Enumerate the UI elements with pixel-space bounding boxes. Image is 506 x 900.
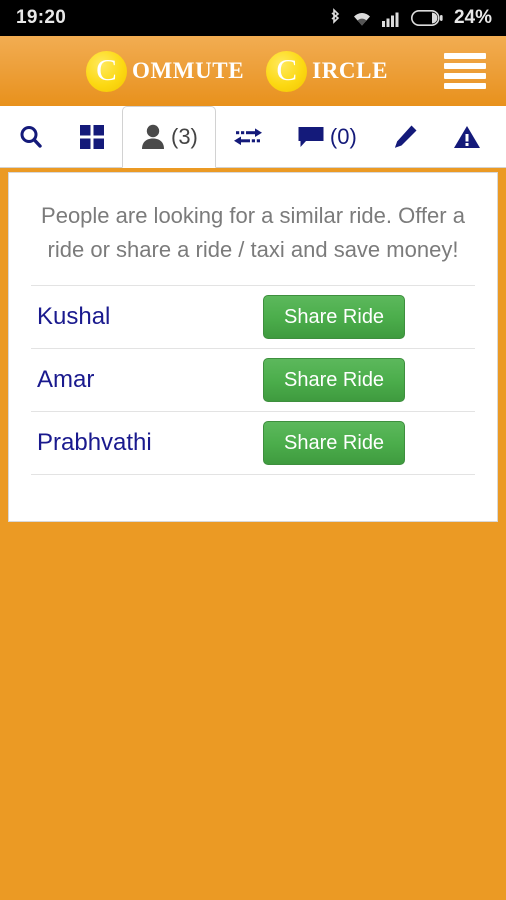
tab-comments-count: (0)	[329, 123, 357, 149]
brand-word-commute: C OMMUTE	[85, 50, 245, 92]
phone-screen: 19:20 24% C OMMUTE C IRCLE (3) (0) Peopl…	[0, 0, 506, 900]
tab-dashboard[interactable]	[62, 106, 122, 167]
ride-requests-card: People are looking for a similar ride. O…	[8, 172, 498, 522]
search-icon	[17, 123, 45, 151]
comment-icon	[297, 124, 325, 150]
hamburger-menu-icon[interactable]	[444, 53, 486, 89]
tab-alerts[interactable]	[436, 106, 498, 167]
tab-people-count: (3)	[171, 124, 198, 149]
notice-text: People are looking for a similar ride. O…	[31, 195, 475, 286]
status-bar: 19:20 24%	[0, 0, 506, 36]
warning-icon	[453, 124, 481, 150]
hamburger-bar	[444, 53, 486, 59]
share-ride-button[interactable]: Share Ride	[263, 295, 406, 339]
battery-percent-label: 24%	[453, 7, 492, 28]
tab-bar: (3) (0)	[0, 106, 506, 168]
tab-people[interactable]: (3)	[122, 106, 216, 168]
table-row: Prabhvathi Share Ride	[31, 412, 475, 475]
app-header: C OMMUTE C IRCLE	[0, 36, 506, 106]
person-icon	[140, 123, 166, 151]
brand-text-commute: OMMUTE	[131, 58, 245, 83]
tab-comments[interactable]: (0)	[280, 106, 374, 167]
brand-word-circle: C IRCLE	[266, 50, 389, 92]
tab-edit[interactable]	[374, 106, 436, 167]
bluetooth-icon	[328, 8, 342, 28]
rider-name-link[interactable]: Kushal	[31, 303, 263, 331]
logo-badge-c-second: C	[266, 50, 308, 92]
hamburger-bar	[444, 63, 486, 69]
table-row: Amar Share Ride	[31, 349, 475, 412]
logo-badge-c-first: C	[85, 50, 127, 92]
battery-icon	[410, 10, 443, 26]
cellular-signal-icon	[381, 10, 402, 27]
brand-text-circle: IRCLE	[312, 58, 389, 83]
app-logo: C OMMUTE C IRCLE	[30, 50, 444, 92]
hamburger-bar	[444, 73, 486, 79]
exchange-icon	[233, 124, 263, 150]
table-row: Kushal Share Ride	[31, 286, 475, 349]
hamburger-bar	[444, 83, 486, 89]
status-bar-clock: 19:20	[16, 7, 67, 28]
share-ride-button[interactable]: Share Ride	[263, 421, 406, 465]
grid-icon	[79, 124, 105, 150]
tab-search[interactable]	[0, 106, 62, 167]
pencil-icon	[391, 123, 419, 151]
tab-exchange[interactable]	[216, 106, 280, 167]
status-bar-indicators: 24%	[328, 7, 492, 29]
rider-name-link[interactable]: Amar	[31, 366, 263, 394]
wifi-icon	[351, 10, 373, 27]
share-ride-button[interactable]: Share Ride	[263, 358, 406, 402]
rider-name-link[interactable]: Prabhvathi	[31, 429, 263, 457]
